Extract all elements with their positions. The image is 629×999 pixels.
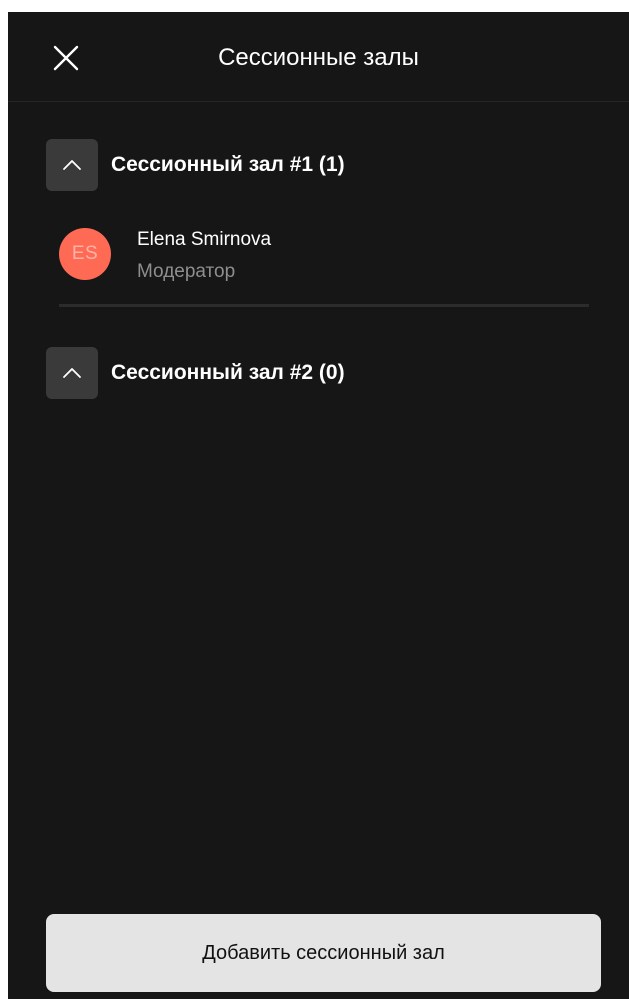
participant-role: Модератор	[137, 261, 236, 282]
room-1-collapse-button[interactable]	[46, 139, 98, 191]
room-2-header[interactable]: Сессионный зал #2 (0)	[46, 347, 345, 399]
room-2-collapse-button[interactable]	[46, 347, 98, 399]
chevron-up-icon	[63, 160, 81, 170]
breakout-room-2: Сессионный зал #2 (0)	[46, 347, 345, 399]
room-1-header[interactable]: Сессионный зал #1 (1)	[46, 139, 345, 191]
breakout-room-1: Сессионный зал #1 (1)	[46, 139, 345, 191]
room-2-title: Сессионный зал #2 (0)	[111, 361, 345, 384]
chevron-up-icon	[63, 368, 81, 378]
add-breakout-room-button[interactable]: Добавить сессионный зал	[46, 914, 601, 992]
participant-name: Elena Smirnova	[137, 229, 272, 250]
avatar: ES	[59, 228, 111, 280]
page-title: Сессионные залы	[218, 44, 419, 71]
panel-header: Сессионные залы	[8, 12, 629, 102]
add-breakout-room-label: Добавить сессионный зал	[202, 942, 445, 964]
breakout-rooms-panel: Сессионные залы Сессионный зал #1 (1) ES…	[8, 12, 629, 999]
room-1-title: Сессионный зал #1 (1)	[111, 153, 345, 176]
room-divider	[59, 304, 589, 307]
participant-item[interactable]: ES Elena Smirnova Модератор	[59, 226, 589, 306]
